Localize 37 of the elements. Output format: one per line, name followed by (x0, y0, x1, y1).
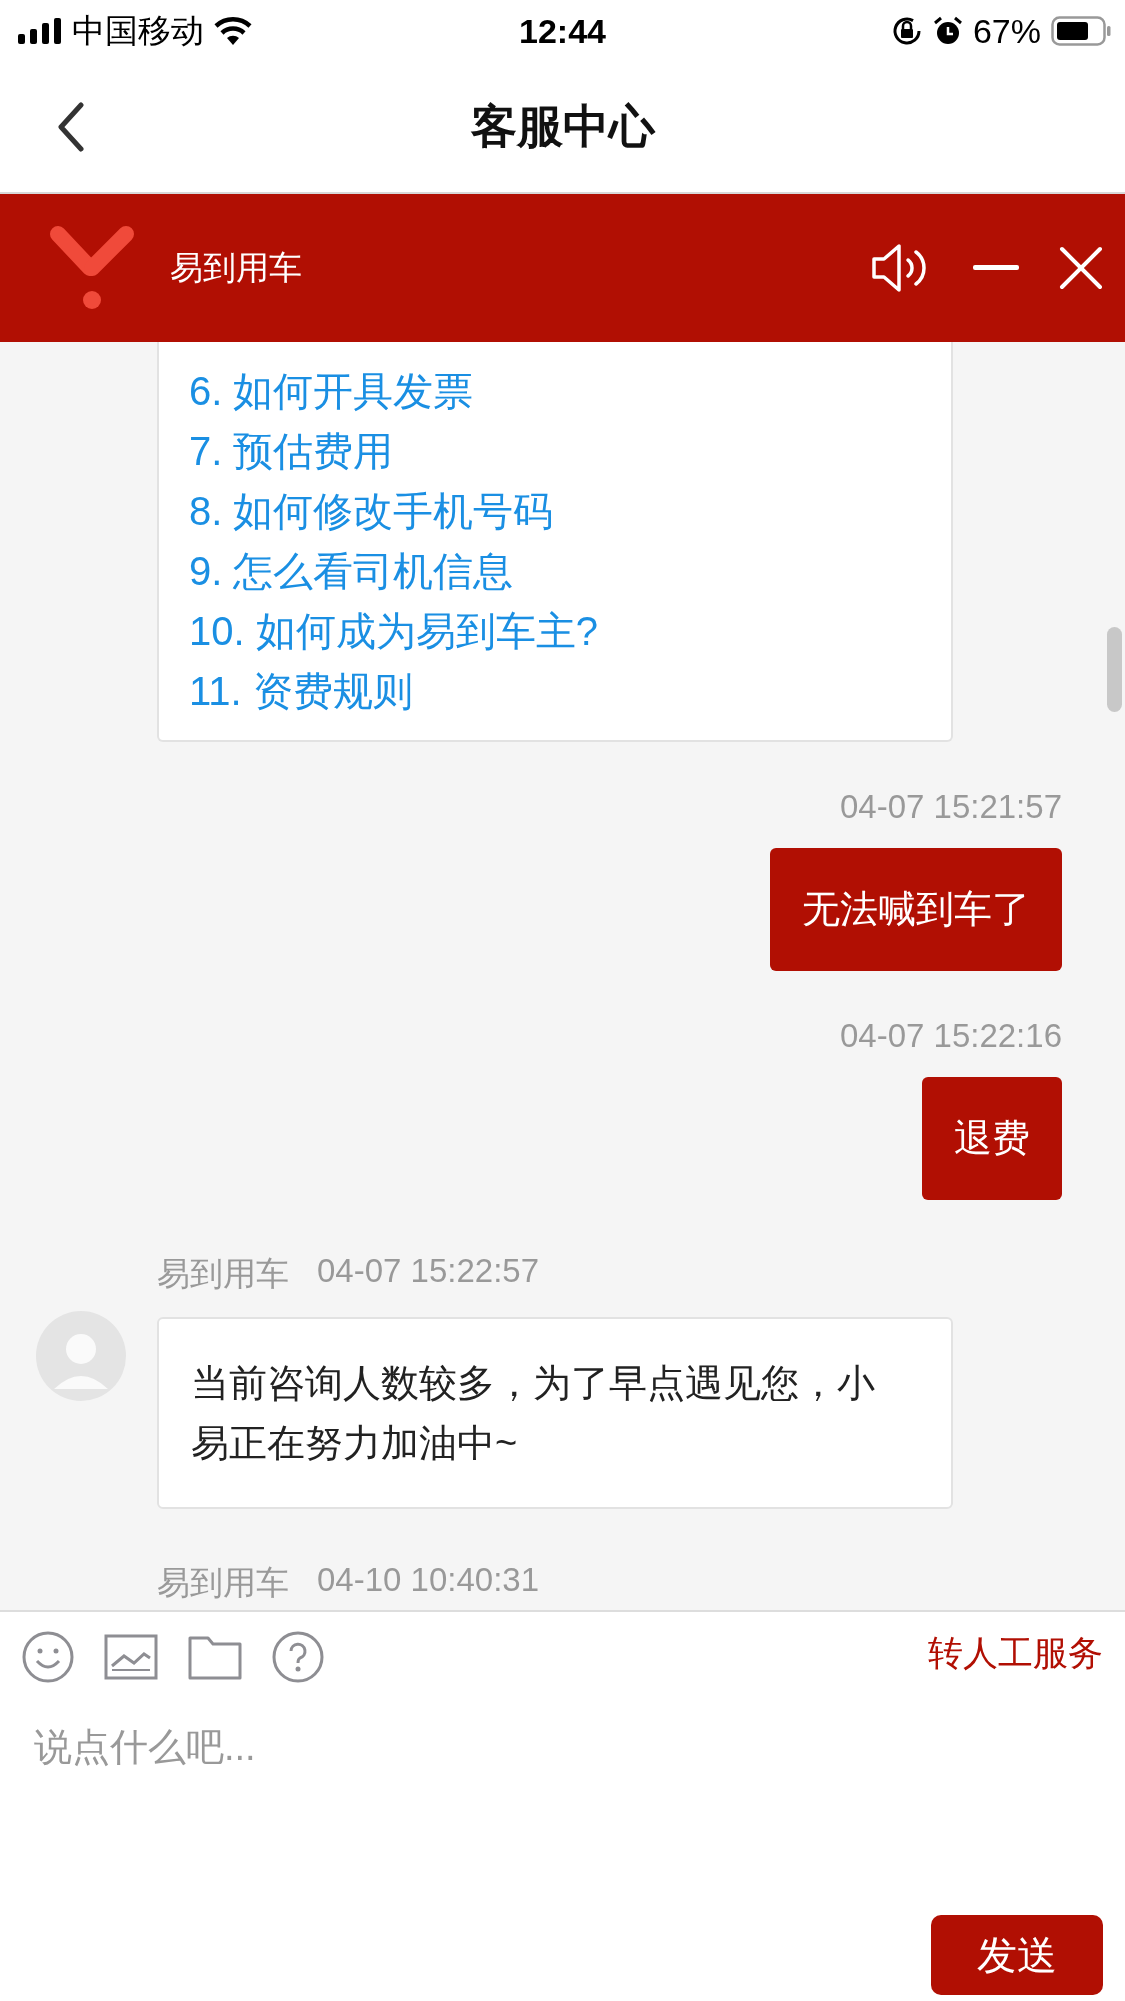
message-input[interactable]: 说点什么吧... (22, 1712, 1103, 1782)
faq-link[interactable]: 7. 预估费用 (189, 428, 394, 474)
status-time: 12:44 (518, 11, 607, 51)
faq-link[interactable]: 11. 资费规则 (189, 668, 413, 714)
user-message: 退费 (922, 1077, 1062, 1200)
logo-icon (50, 226, 134, 310)
battery-icon (1051, 16, 1111, 46)
rotation-lock-icon (890, 15, 923, 47)
emoji-icon[interactable] (22, 1631, 74, 1683)
user-message: 无法喊到车了 (770, 848, 1062, 971)
back-icon[interactable] (57, 102, 85, 152)
wifi-icon (214, 17, 252, 45)
faq-link[interactable]: 8. 如何修改手机号码 (189, 488, 554, 534)
close-icon[interactable] (1059, 246, 1103, 290)
signal-icon (18, 18, 62, 44)
message-time: 04-10 10:40:31 (317, 1561, 540, 1600)
scrollbar[interactable] (1107, 627, 1122, 712)
carrier-name: 中国移动 (72, 10, 204, 51)
page-title: 客服中心 (470, 99, 655, 154)
faq-link[interactable]: 10. 如何成为易到车主? (189, 608, 598, 654)
faq-link[interactable]: 9. 怎么看司机信息 (189, 548, 514, 594)
sender-name: 易到用车 (157, 1254, 289, 1294)
minimize-icon[interactable] (973, 265, 1019, 271)
message-time: 04-07 15:22:16 (839, 1017, 1062, 1055)
send-button[interactable]: 发送 (931, 1915, 1103, 1995)
image-icon[interactable] (104, 1634, 158, 1680)
message-time: 04-07 15:21:57 (839, 788, 1062, 826)
faq-link[interactable]: 6. 如何开具发票 (189, 368, 474, 414)
alarm-icon (932, 16, 963, 46)
folder-icon[interactable] (188, 1634, 242, 1680)
bot-message: 当前咨询人数较多，为了早点遇见您，小易正在努力加油中~ (157, 1317, 953, 1509)
transfer-to-agent-link[interactable]: 转人工服务 (928, 1630, 1103, 1677)
message-time: 04-07 15:22:57 (317, 1252, 540, 1291)
sender-name: 易到用车 (157, 1563, 289, 1603)
banner-title: 易到用车 (170, 247, 303, 288)
battery-percent: 67% (972, 11, 1041, 51)
help-icon[interactable] (272, 1631, 324, 1683)
